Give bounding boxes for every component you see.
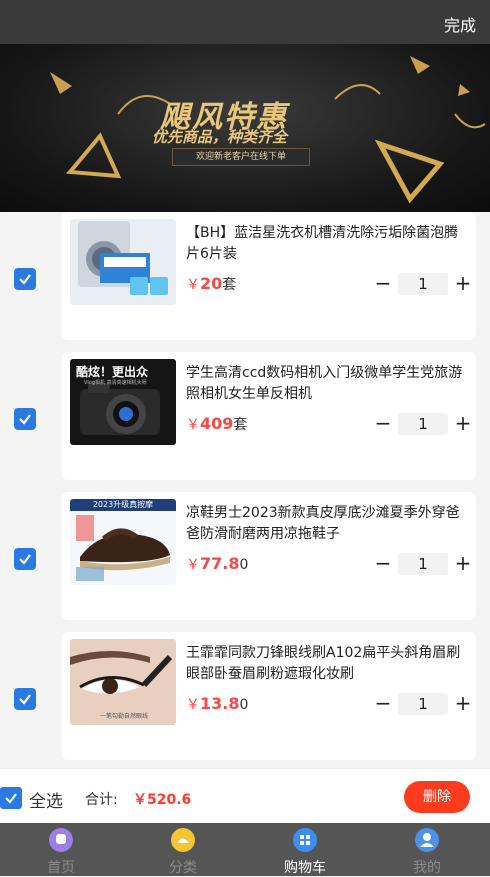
check-icon [19,274,31,285]
washer-cleaner-image [78,221,168,295]
currency-symbol: ￥ [186,557,200,573]
price-unit: 0 [239,557,249,573]
total-label: 合计: [85,792,118,808]
cart-item: 酷炫！更出众 Vlog相机 高清高速相机大师 学生高清ccd数码相机入门级微单学… [0,352,490,492]
price-value: 77.8 [200,554,240,573]
currency-symbol: ￥ [186,417,200,433]
tab-category[interactable]: 分类 [122,823,244,876]
camera-headline: 酷炫！更出众 [76,365,149,379]
home-icon [49,828,73,852]
product-image-camera[interactable]: 酷炫！更出众 Vlog相机 高清高速相机大师 [70,359,176,445]
tab-profile[interactable]: 我的 [366,823,488,876]
currency-symbol: ￥ [186,697,200,713]
check-icon [19,694,31,705]
price-unit: 0 [239,697,249,713]
quantity-input[interactable]: 1 [398,413,448,435]
quantity-input[interactable]: 1 [398,693,448,715]
tab-label: 购物车 [284,860,326,876]
price-value: 20 [200,274,223,293]
product-name[interactable]: 学生高清ccd数码相机入门级微单学生党旅游照相机女生单反相机 [186,363,471,405]
quantity-stepper: − 1 + [372,552,474,576]
product-image-washer-cleaner[interactable] [70,219,176,305]
product-price: ￥20套 [186,274,236,294]
cart-icon [293,828,317,852]
quantity-input[interactable]: 1 [398,273,448,295]
minus-button[interactable]: − [372,412,394,436]
category-icon [171,828,195,852]
plus-button[interactable]: + [452,692,474,716]
cart-footer: 全选 合计: ￥520.6 删除 [0,768,490,823]
cart-item: 一笔勾勒自然眼线 王霏霏同款刀锋眼线刷A102扁平头斜角眉刷眼部卧蚕眉刷粉遮瑕化… [0,632,490,772]
check-icon [19,414,31,425]
check-icon [19,554,31,565]
sandal-image [76,515,170,581]
select-all-label[interactable]: 全选 [29,787,63,812]
product-price: ￥77.80 [186,554,248,574]
quantity-stepper: − 1 + [372,412,474,436]
done-button[interactable]: 完成 [444,12,476,36]
minus-button[interactable]: − [372,692,394,716]
check-icon [5,793,17,804]
quantity-input[interactable]: 1 [398,553,448,575]
plus-button[interactable]: + [452,412,474,436]
plus-button[interactable]: + [452,272,474,296]
sandal-banner-text: 2023升级真按摩 [70,499,176,511]
item-checkbox[interactable] [14,268,36,290]
banner-subtitle: 优先商品，种类齐全 [152,128,288,146]
banner-welcome-pill: 欢迎新老客户在线下单 [172,148,310,166]
price-value: 409 [200,414,234,433]
product-price: ￥409套 [186,414,247,434]
price-unit: 套 [233,417,248,433]
profile-icon [415,828,439,852]
select-all-checkbox[interactable] [0,787,22,809]
brush-caption: 一笔勾勒自然眼线 [100,713,149,720]
minus-button[interactable]: − [372,552,394,576]
minus-button[interactable]: − [372,272,394,296]
product-name[interactable]: 王霏霏同款刀锋眼线刷A102扁平头斜角眉刷眼部卧蚕眉刷粉遮瑕化妆刷 [186,643,471,685]
delete-button[interactable]: 删除 [404,781,470,813]
camera-subtext: Vlog相机 高清高速相机大师 [84,380,147,386]
tab-label: 我的 [413,860,441,876]
product-image-eyeliner-brush[interactable]: 一笔勾勒自然眼线 [70,639,176,725]
top-bar: 完成 [0,0,490,44]
cart-item: 2023升级真按摩 凉鞋男士2023新款真皮厚底沙滩夏季外穿爸爸防滑耐磨两用凉拖… [0,492,490,632]
tab-label: 分类 [169,860,197,876]
plus-button[interactable]: + [452,552,474,576]
promo-banner[interactable]: 飓风特惠 优先商品，种类齐全 欢迎新老客户在线下单 [0,44,490,212]
cart-item: 【BH】蓝洁星洗衣机槽清洗除污垢除菌泡腾片6片装 ￥20套 − 1 + [0,212,490,352]
product-name[interactable]: 凉鞋男士2023新款真皮厚底沙滩夏季外穿爸爸防滑耐磨两用凉拖鞋子 [186,503,471,545]
total-amount: ￥520.6 [133,792,192,808]
product-image-sandals[interactable]: 2023升级真按摩 [70,499,176,585]
quantity-stepper: − 1 + [372,272,474,296]
tab-cart[interactable]: 购物车 [244,823,366,876]
item-checkbox[interactable] [14,688,36,710]
product-price: ￥13.80 [186,694,248,714]
item-checkbox[interactable] [14,548,36,570]
price-value: 13.8 [200,694,240,713]
product-name[interactable]: 【BH】蓝洁星洗衣机槽清洗除污垢除菌泡腾片6片装 [186,223,471,265]
currency-symbol: ￥ [186,277,200,293]
bottom-tab-bar: 首页 分类 购物车 我的 [0,823,490,876]
quantity-stepper: − 1 + [372,692,474,716]
tab-label: 首页 [47,860,75,876]
tab-home[interactable]: 首页 [0,823,122,876]
price-unit: 套 [222,277,237,293]
item-checkbox[interactable] [14,408,36,430]
